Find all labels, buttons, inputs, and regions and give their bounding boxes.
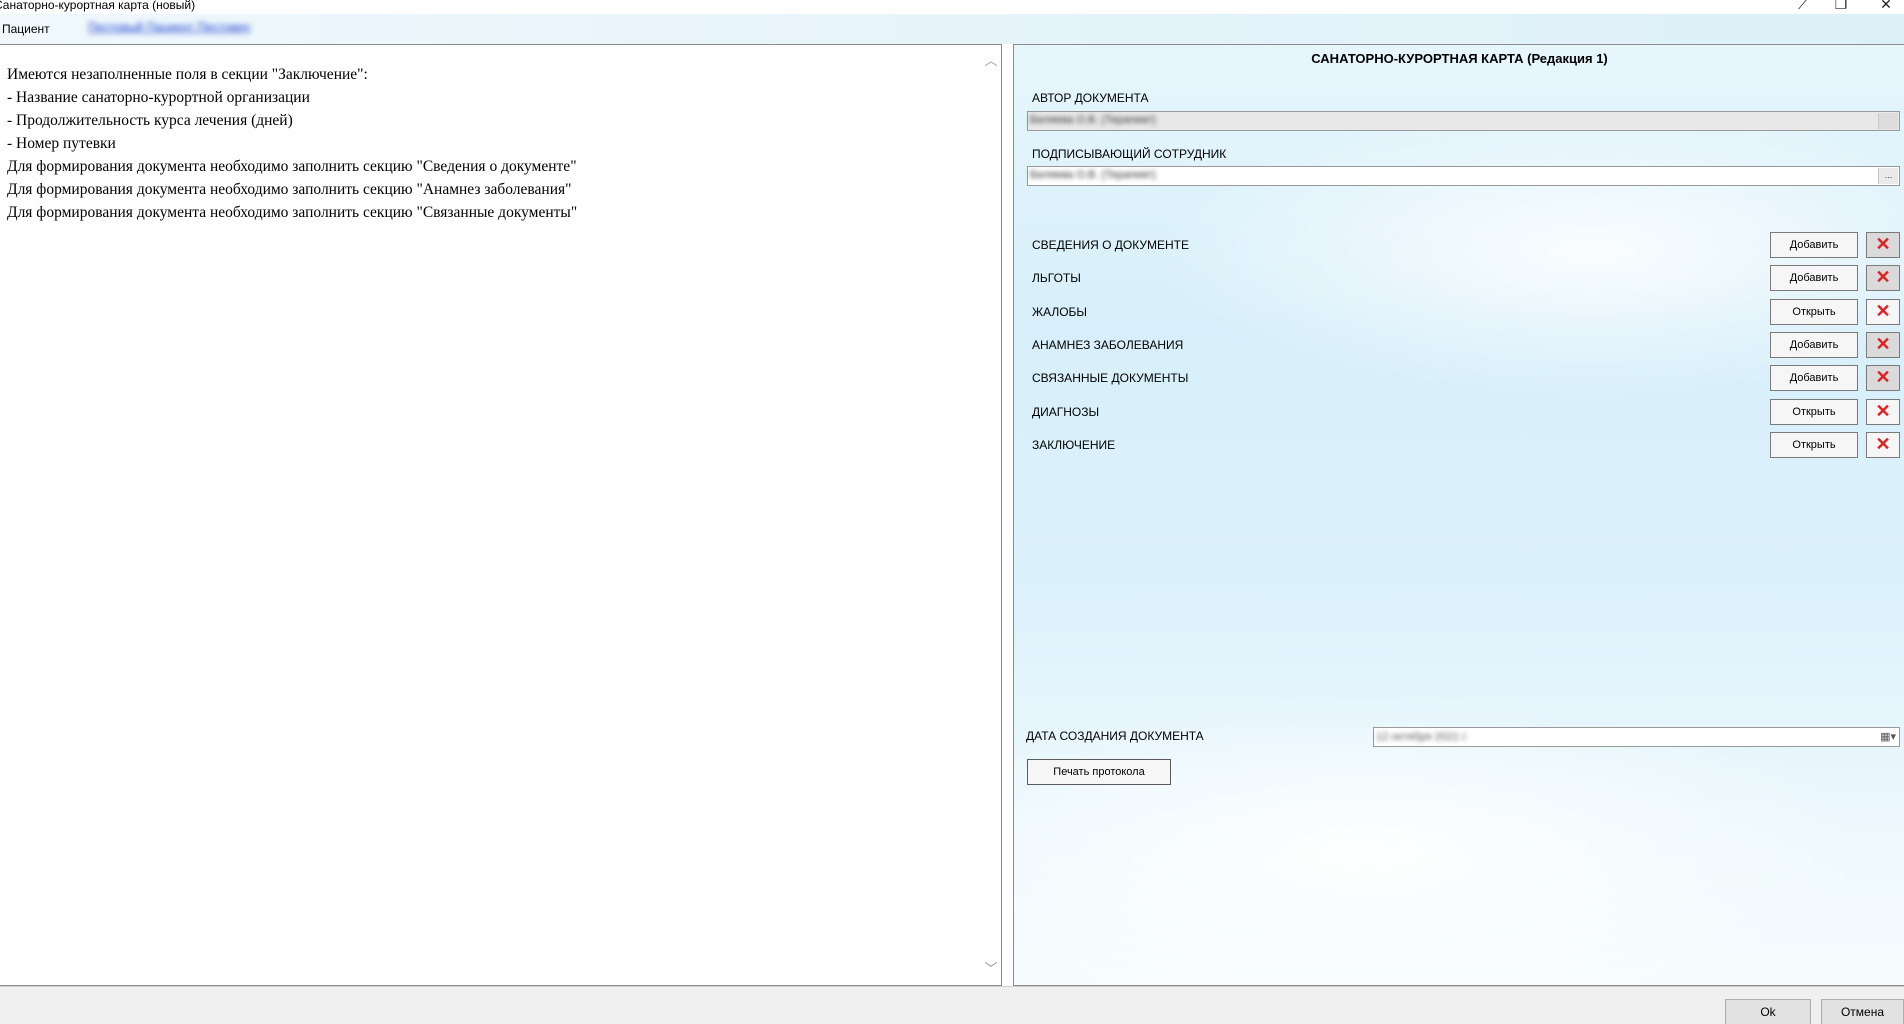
window-title: Санаторно-курортная карта (новый): [0, 0, 196, 12]
ok-button[interactable]: Ok: [1725, 999, 1811, 1024]
section-row-related-documents: СВЯЗАННЫЕ ДОКУМЕНТЫ Добавить ✕: [1014, 365, 1904, 391]
signer-field[interactable]: Беляева О.В. (Терапевт) ...: [1027, 166, 1900, 186]
section-row-benefits: ЛЬГОТЫ Добавить ✕: [1014, 265, 1904, 291]
delete-icon: ✕: [1866, 232, 1900, 258]
section-label: ЖАЛОБЫ: [1032, 305, 1088, 319]
title-bar: Санаторно-курортная карта (новый) ⟋ ❐ ✕: [0, 0, 1904, 14]
author-field-button: [1878, 113, 1898, 129]
delete-icon[interactable]: ✕: [1866, 432, 1900, 458]
signer-value: Беляева О.В. (Терапевт): [1030, 169, 1156, 181]
calendar-icon[interactable]: ▦▾: [1880, 730, 1896, 744]
section-add-button[interactable]: Добавить: [1770, 365, 1858, 391]
author-label: АВТОР ДОКУМЕНТА: [1032, 91, 1149, 105]
author-value: Беляева О.В. (Терапевт): [1030, 114, 1156, 126]
patient-bar: Пациент Пестовый Пациент Пестович: [0, 14, 1904, 44]
dialog-footer: Ok Отмена: [0, 986, 1904, 1024]
section-label: ДИАГНОЗЫ: [1032, 405, 1100, 419]
section-add-button[interactable]: Добавить: [1770, 265, 1858, 291]
cancel-button[interactable]: Отмена: [1821, 999, 1904, 1024]
section-label: СВЯЗАННЫЕ ДОКУМЕНТЫ: [1032, 371, 1189, 385]
creation-date-value: 12 октября 2021 г.: [1376, 731, 1468, 743]
section-row-conclusion: ЗАКЛЮЧЕНИЕ Открыть ✕: [1014, 432, 1904, 458]
message-line: Для формирования документа необходимо за…: [7, 181, 572, 198]
section-label: СВЕДЕНИЯ О ДОКУМЕНТЕ: [1032, 238, 1189, 252]
section-row-diagnoses: ДИАГНОЗЫ Открыть ✕: [1014, 399, 1904, 425]
scroll-up-icon[interactable]: ︿: [981, 51, 1001, 71]
section-add-button[interactable]: Добавить: [1770, 332, 1858, 358]
section-label: АНАМНЕЗ ЗАБОЛЕВАНИЯ: [1032, 338, 1184, 352]
creation-date-label: ДАТА СОЗДАНИЯ ДОКУМЕНТА: [1026, 729, 1204, 743]
message-line: - Номер путевки: [7, 135, 116, 152]
patient-label: Пациент: [2, 22, 50, 36]
signer-browse-button[interactable]: ...: [1878, 168, 1898, 184]
section-row-document-info: СВЕДЕНИЯ О ДОКУМЕНТЕ Добавить ✕: [1014, 232, 1904, 258]
delete-icon[interactable]: ✕: [1866, 399, 1900, 425]
message-line: - Продолжительность курса лечения (дней): [7, 112, 293, 129]
signer-label: ПОДПИСЫВАЮЩИЙ СОТРУДНИК: [1032, 147, 1227, 161]
section-open-button[interactable]: Открыть: [1770, 299, 1858, 325]
validation-messages-panel[interactable]: Имеются незаполненные поля в секции "Зак…: [0, 44, 1002, 986]
section-label: ЗАКЛЮЧЕНИЕ: [1032, 438, 1116, 452]
creation-date-picker[interactable]: 12 октября 2021 г. ▦▾: [1373, 727, 1900, 747]
card-title: САНАТОРНО-КУРОРТНАЯ КАРТА (Редакция 1): [1311, 51, 1608, 66]
restore-icon[interactable]: ❐: [1823, 0, 1859, 12]
message-line: Имеются незаполненные поля в секции "Зак…: [7, 66, 368, 83]
message-list: Имеются незаполненные поля в секции "Зак…: [7, 63, 577, 224]
delete-icon: ✕: [1866, 365, 1900, 391]
close-icon[interactable]: ✕: [1868, 0, 1904, 12]
message-line: - Название санаторно-курортной организац…: [7, 89, 310, 106]
message-line: Для формирования документа необходимо за…: [7, 204, 578, 221]
section-open-button[interactable]: Открыть: [1770, 432, 1858, 458]
card-panel: САНАТОРНО-КУРОРТНАЯ КАРТА (Редакция 1) А…: [1013, 44, 1904, 986]
minimize-icon[interactable]: ⟋: [1785, 0, 1821, 12]
section-open-button[interactable]: Открыть: [1770, 399, 1858, 425]
message-line: Для формирования документа необходимо за…: [7, 158, 577, 175]
section-row-anamnesis: АНАМНЕЗ ЗАБОЛЕВАНИЯ Добавить ✕: [1014, 332, 1904, 358]
section-add-button[interactable]: Добавить: [1770, 232, 1858, 258]
scroll-down-icon[interactable]: ﹀: [981, 959, 1001, 979]
section-label: ЛЬГОТЫ: [1032, 271, 1081, 285]
section-row-complaints: ЖАЛОБЫ Открыть ✕: [1014, 299, 1904, 325]
delete-icon: ✕: [1866, 265, 1900, 291]
delete-icon: ✕: [1866, 332, 1900, 358]
print-protocol-button[interactable]: Печать протокола: [1027, 759, 1171, 785]
author-field: Беляева О.В. (Терапевт): [1027, 111, 1900, 131]
delete-icon[interactable]: ✕: [1866, 299, 1900, 325]
patient-name-link[interactable]: Пестовый Пациент Пестович: [88, 20, 264, 36]
